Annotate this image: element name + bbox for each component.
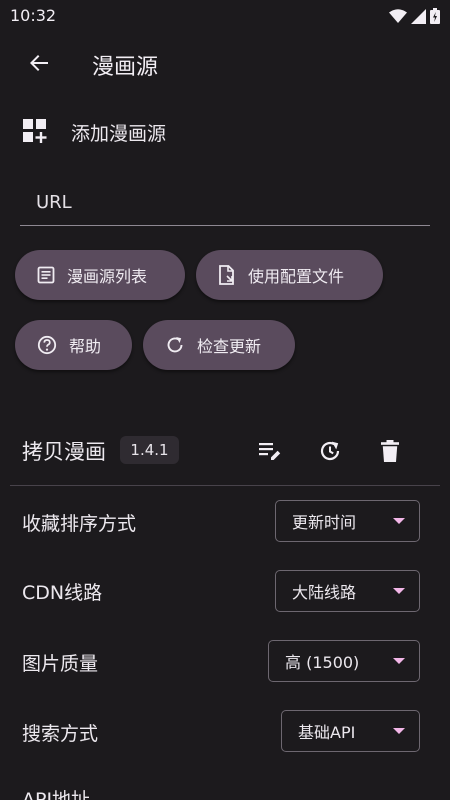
cdn-route-dropdown[interactable]: 大陆线路 bbox=[275, 570, 420, 612]
help-label: 帮助 bbox=[69, 337, 102, 356]
divider bbox=[10, 485, 440, 486]
sort-order-value: 更新时间 bbox=[292, 513, 357, 532]
api-address-label: API地址 bbox=[22, 789, 91, 800]
check-update-button[interactable]: 检查更新 bbox=[143, 320, 295, 370]
cell-signal-icon bbox=[411, 8, 426, 24]
url-field bbox=[20, 180, 430, 226]
url-input[interactable] bbox=[20, 180, 430, 224]
search-mode-dropdown[interactable]: 基础API bbox=[281, 710, 420, 752]
use-config-label: 使用配置文件 bbox=[248, 267, 345, 286]
dropdown-arrow-icon bbox=[393, 518, 405, 524]
refresh-icon bbox=[167, 337, 183, 353]
delete-button[interactable] bbox=[373, 434, 407, 468]
back-button[interactable] bbox=[22, 46, 56, 80]
list-icon bbox=[37, 266, 55, 284]
version-badge: 1.4.1 bbox=[120, 436, 179, 464]
help-icon bbox=[37, 335, 57, 355]
status-bar: 10:32 bbox=[0, 0, 450, 32]
add-source-label: 添加漫画源 bbox=[71, 123, 167, 145]
wifi-icon bbox=[389, 8, 407, 23]
edit-list-icon bbox=[259, 443, 281, 460]
add-grid-icon bbox=[23, 119, 47, 143]
trash-icon bbox=[381, 440, 399, 462]
screen: 10:32 漫画源 添加漫画源 URL 漫画源列表 使用配置文件 帮助 检查更新… bbox=[0, 0, 450, 800]
app-bar: 漫画源 bbox=[0, 32, 450, 94]
source-name: 拷贝漫画 bbox=[22, 440, 106, 464]
source-list-button[interactable]: 漫画源列表 bbox=[15, 250, 185, 300]
sort-order-dropdown[interactable]: 更新时间 bbox=[275, 500, 420, 542]
reload-source-button[interactable] bbox=[313, 434, 347, 468]
search-mode-value: 基础API bbox=[298, 723, 356, 742]
search-mode-label: 搜索方式 bbox=[22, 723, 99, 745]
image-quality-label: 图片质量 bbox=[22, 653, 99, 675]
update-icon bbox=[320, 441, 340, 461]
battery-icon bbox=[430, 8, 440, 24]
cdn-route-value: 大陆线路 bbox=[292, 583, 357, 602]
add-source-row[interactable]: 添加漫画源 bbox=[0, 108, 450, 154]
source-list-label: 漫画源列表 bbox=[67, 267, 148, 286]
cdn-route-label: CDN线路 bbox=[22, 582, 103, 604]
sort-order-label: 收藏排序方式 bbox=[22, 513, 137, 535]
check-update-label: 检查更新 bbox=[197, 337, 262, 356]
arrow-back-icon bbox=[30, 55, 48, 71]
file-icon bbox=[219, 265, 234, 285]
status-icons bbox=[389, 8, 440, 24]
edit-button[interactable] bbox=[253, 434, 287, 468]
status-time: 10:32 bbox=[10, 6, 57, 25]
dropdown-arrow-icon bbox=[393, 728, 405, 734]
dropdown-arrow-icon bbox=[393, 588, 405, 594]
image-quality-dropdown[interactable]: 高 (1500) bbox=[268, 640, 420, 682]
dropdown-arrow-icon bbox=[393, 658, 405, 664]
help-button[interactable]: 帮助 bbox=[15, 320, 132, 370]
image-quality-value: 高 (1500) bbox=[285, 653, 360, 672]
use-config-button[interactable]: 使用配置文件 bbox=[196, 250, 383, 300]
page-title: 漫画源 bbox=[92, 55, 159, 80]
